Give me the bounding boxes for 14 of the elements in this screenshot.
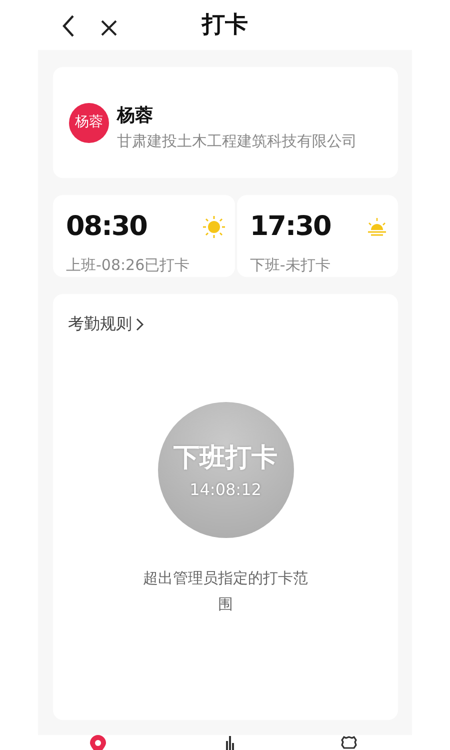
user-name: 杨蓉 [117,104,154,128]
company-name: 甘肃建投土木工程建筑科技有限公司 [117,130,357,152]
avatar: 杨蓉 [69,102,109,142]
shift-time: 08:30 [66,210,147,244]
sun-icon [202,216,225,238]
location-tab-icon[interactable] [88,735,108,750]
shift-time: 17:30 [250,210,331,244]
range-warning: 超出管理员指定的打卡范围 [142,568,309,616]
shift-status: 上班-08:26已打卡 [66,254,191,276]
shift-status: 下班-未打卡 [250,254,332,276]
sunset-icon [366,218,388,236]
attendance-rules-link[interactable]: 考勤规则 [68,312,144,336]
page-title: 打卡 [202,10,248,40]
chevron-icon [136,318,144,330]
